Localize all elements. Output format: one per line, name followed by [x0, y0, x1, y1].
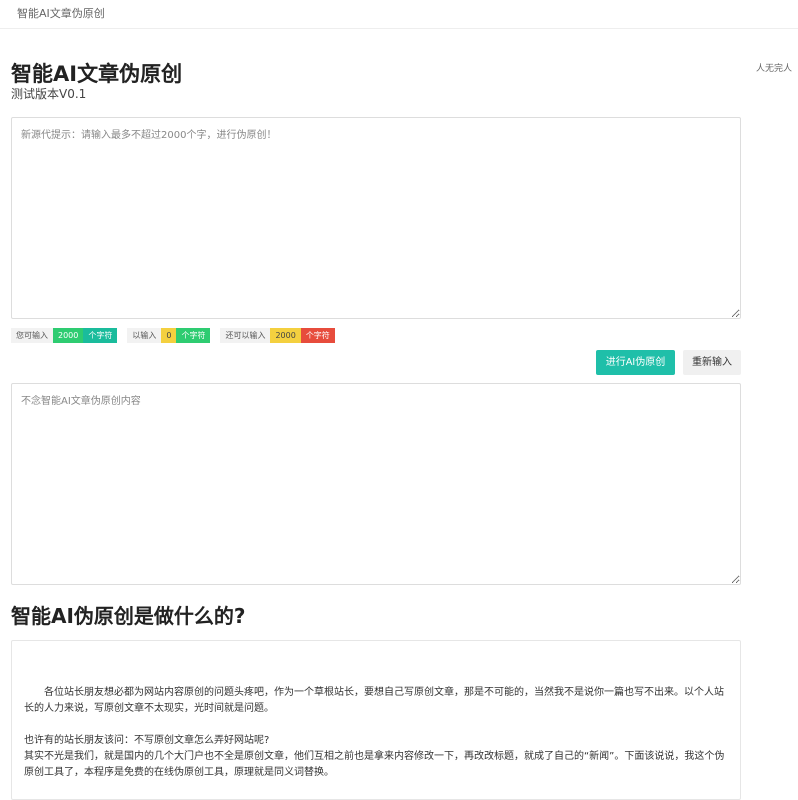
- entered-counter: 以输入 0 个字符: [127, 327, 211, 343]
- entered-unit: 个字符: [176, 327, 211, 343]
- article-body: 各位站长朋友想必都为网站内容原创的问题头疼吧，作为一个草根站长，要想自己写原创文…: [11, 640, 741, 800]
- allowed-value: 2000: [53, 327, 84, 343]
- remaining-counter: 还可以输入 2000 个字符: [220, 327, 335, 343]
- output-text-area[interactable]: [11, 383, 741, 585]
- article-paragraph: 也许有的站长朋友该问：不写原创文章怎么弄好网站呢?: [24, 735, 270, 746]
- remaining-label: 还可以输入: [220, 327, 271, 343]
- remaining-unit: 个字符: [300, 327, 335, 343]
- reset-button[interactable]: 重新输入: [683, 350, 741, 375]
- entered-value: 0: [161, 327, 177, 343]
- remaining-value: 2000: [270, 327, 301, 343]
- article-paragraph: 各位站长朋友想必都为网站内容原创的问题头疼吧，作为一个草根站长，要想自己写原创文…: [24, 687, 724, 714]
- brand-link[interactable]: 智能AI文章伪原创: [17, 5, 105, 21]
- page-title: 智能AI文章伪原创: [11, 62, 183, 86]
- rewrite-button[interactable]: 进行AI伪原创: [596, 350, 675, 375]
- article-heading: 智能AI伪原创是做什么的?: [11, 604, 246, 628]
- allowed-unit: 个字符: [83, 327, 118, 343]
- allowed-label: 您可输入: [11, 327, 53, 343]
- character-counters: 您可输入 2000 个字符 以输入 0 个字符 还可以输入 2000 个字符: [11, 327, 345, 343]
- article-paragraph: 其实不光是我们，就是国内的几个大门户也不全是原创文章，他们互相之前也是拿来内容修…: [24, 751, 725, 778]
- entered-label: 以输入: [127, 327, 162, 343]
- side-note: 人无完人: [756, 64, 793, 74]
- version-subtitle: 测试版本V0.1: [11, 87, 87, 101]
- source-text-input[interactable]: [11, 117, 741, 319]
- allowed-counter: 您可输入 2000 个字符: [11, 327, 118, 343]
- top-navbar: 智能AI文章伪原创: [0, 0, 798, 29]
